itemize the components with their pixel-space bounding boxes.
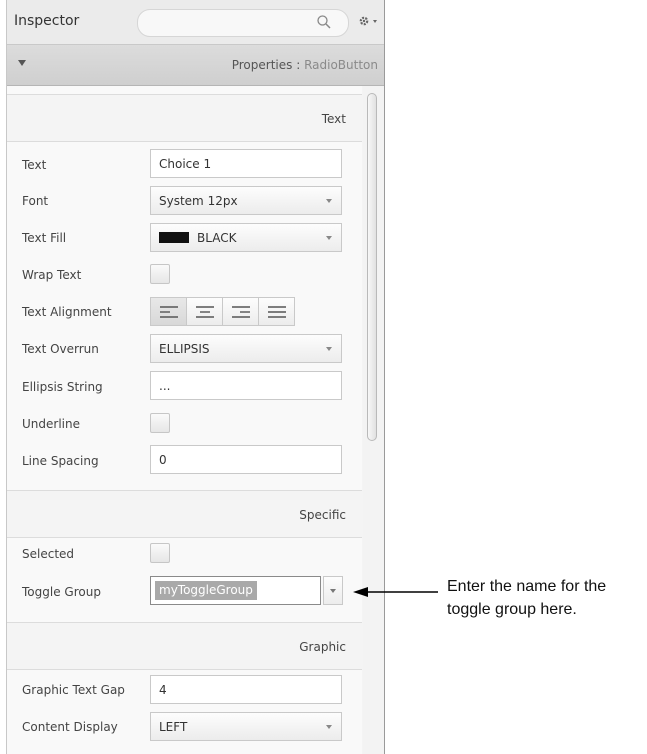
line-spacing-field[interactable]: 0 [150,445,342,474]
inspector-header: Inspector [7,0,384,45]
properties-label: Properties : [231,58,301,72]
chevron-down-icon [330,589,336,593]
properties-bar[interactable]: Properties : RadioButton [7,45,384,86]
scrollbar-thumb[interactable] [367,93,377,441]
label-text-fill: Text Fill [22,231,67,245]
align-left-button[interactable] [150,297,187,326]
label-toggle-group: Toggle Group [22,585,101,599]
inspector-panel: Inspector Properties : RadioButton Text … [6,0,385,754]
font-combo[interactable]: System 12px [150,186,342,215]
label-graphic-text-gap: Graphic Text Gap [22,683,125,697]
ellipsis-string-value: ... [159,379,171,393]
collapse-triangle-icon[interactable] [18,60,26,66]
content-display-combo[interactable]: LEFT [150,712,342,741]
text-fill-combo[interactable]: BLACK [150,223,342,252]
search-icon [317,15,331,29]
chevron-down-icon [326,199,332,203]
properties-content: Text Text Choice 1 Font System 12px Text… [7,86,362,754]
text-field-value: Choice 1 [159,157,212,171]
align-justify-icon [268,306,286,318]
inspector-title: Inspector [14,13,80,29]
align-left-icon [160,306,178,318]
callout-text: Enter the name for the toggle group here… [447,575,606,621]
label-ellipsis-string: Ellipsis String [22,380,103,394]
font-value: System 12px [159,194,238,208]
line-spacing-value: 0 [159,453,167,467]
callout-line-1: Enter the name for the [447,578,607,595]
underline-checkbox[interactable] [150,413,170,433]
callout-arrow-icon [353,587,438,597]
section-title-specific: Specific [299,508,346,522]
chevron-down-icon [326,236,332,240]
section-title-text: Text [321,112,346,126]
label-text-alignment: Text Alignment [22,305,112,319]
text-alignment-group [150,297,298,326]
label-line-spacing: Line Spacing [22,454,99,468]
label-font: Font [22,194,49,208]
chevron-down-icon [326,347,332,351]
color-swatch [159,232,189,243]
text-overrun-combo[interactable]: ELLIPSIS [150,334,342,363]
label-content-display: Content Display [22,720,118,734]
chevron-down-icon [326,725,332,729]
properties-type: RadioButton [304,58,378,72]
align-center-icon [196,306,214,318]
label-underline: Underline [22,417,80,431]
callout-line-2: toggle group here. [447,601,577,618]
search-input[interactable] [137,9,349,37]
wrap-text-checkbox[interactable] [150,264,170,284]
text-fill-value: BLACK [197,231,237,245]
ellipsis-string-field[interactable]: ... [150,371,342,400]
align-right-icon [232,306,250,318]
text-field[interactable]: Choice 1 [150,149,342,178]
content-display-value: LEFT [159,720,188,734]
text-overrun-value: ELLIPSIS [159,342,210,356]
selected-checkbox[interactable] [150,543,170,563]
toggle-group-input[interactable]: myToggleGroup [150,576,321,605]
graphic-text-gap-field[interactable]: 4 [150,675,342,704]
section-header-graphic[interactable]: Graphic [7,622,362,670]
align-right-button[interactable] [222,297,259,326]
section-title-graphic: Graphic [299,640,346,654]
label-selected: Selected [22,547,75,561]
label-text-overrun: Text Overrun [22,342,99,356]
properties-bar-label: Properties : RadioButton [232,58,378,72]
section-header-specific[interactable]: Specific [7,490,362,538]
graphic-text-gap-value: 4 [159,683,167,697]
toggle-group-value: myToggleGroup [155,581,257,600]
gear-icon[interactable] [357,13,381,29]
label-text: Text [22,158,47,172]
align-justify-button[interactable] [258,297,295,326]
section-header-text[interactable]: Text [7,94,362,142]
align-center-button[interactable] [186,297,223,326]
toggle-group-dropdown-button[interactable] [323,576,343,605]
label-wrap-text: Wrap Text [22,268,82,282]
